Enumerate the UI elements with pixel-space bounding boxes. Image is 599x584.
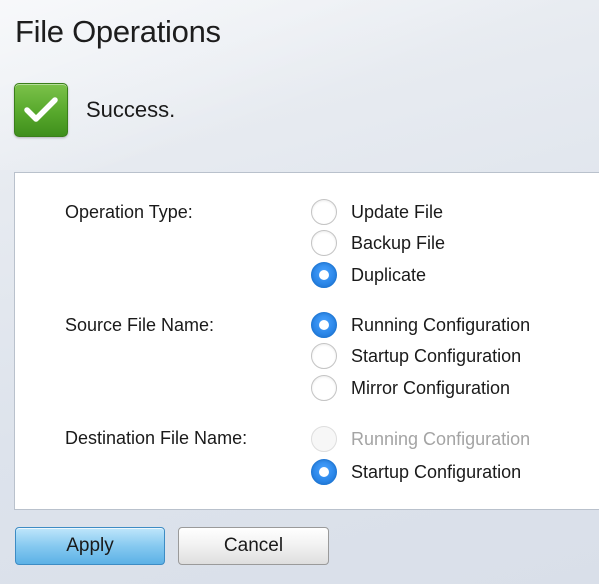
operation-type-update-file-radio[interactable] — [311, 199, 337, 225]
source-running-configuration-radio[interactable] — [311, 312, 337, 338]
source-mirror-configuration-label: Mirror Configuration — [351, 377, 511, 398]
destination-running-configuration: Running Configuration — [311, 425, 530, 453]
apply-button[interactable]: Apply — [15, 527, 165, 565]
status-message: Success. — [14, 83, 175, 137]
cancel-button[interactable]: Cancel — [178, 527, 329, 565]
destination-startup-configuration[interactable]: Startup Configuration — [311, 458, 521, 486]
status-text: Success. — [86, 97, 176, 122]
operation-type-duplicate[interactable]: Duplicate — [311, 261, 426, 289]
source-startup-configuration[interactable]: Startup Configuration — [311, 342, 521, 370]
page-title: File Operations — [15, 14, 221, 49]
source-startup-configuration-label: Startup Configuration — [351, 345, 522, 366]
source-mirror-configuration-radio[interactable] — [311, 375, 337, 401]
operation-type-duplicate-label: Duplicate — [351, 264, 427, 285]
source-running-configuration[interactable]: Running Configuration — [311, 311, 530, 339]
operation-type-backup-file-radio[interactable] — [311, 230, 337, 256]
operation-type-backup-file-label: Backup File — [351, 232, 446, 253]
operation-type-update-file-label: Update File — [351, 201, 444, 222]
destination-running-configuration-label: Running Configuration — [351, 428, 531, 449]
destination-file-name-label: Destination File Name: — [65, 428, 248, 448]
destination-startup-configuration-label: Startup Configuration — [351, 461, 522, 482]
operation-type-label: Operation Type: — [65, 202, 193, 222]
source-running-configuration-label: Running Configuration — [351, 314, 531, 335]
operation-type-duplicate-radio[interactable] — [311, 262, 337, 288]
checkmark-icon-glyph — [24, 97, 58, 122]
destination-running-configuration-radio — [311, 426, 337, 452]
file-operations-form: Operation Type: Update File Backup File … — [14, 172, 599, 510]
operation-type-update-file[interactable]: Update File — [311, 198, 443, 226]
source-startup-configuration-radio[interactable] — [311, 343, 337, 369]
operation-type-backup-file[interactable]: Backup File — [311, 229, 445, 257]
source-mirror-configuration[interactable]: Mirror Configuration — [311, 374, 510, 402]
destination-startup-configuration-radio[interactable] — [311, 459, 337, 485]
source-file-name-label: Source File Name: — [65, 315, 215, 335]
checkmark-icon — [14, 83, 68, 137]
